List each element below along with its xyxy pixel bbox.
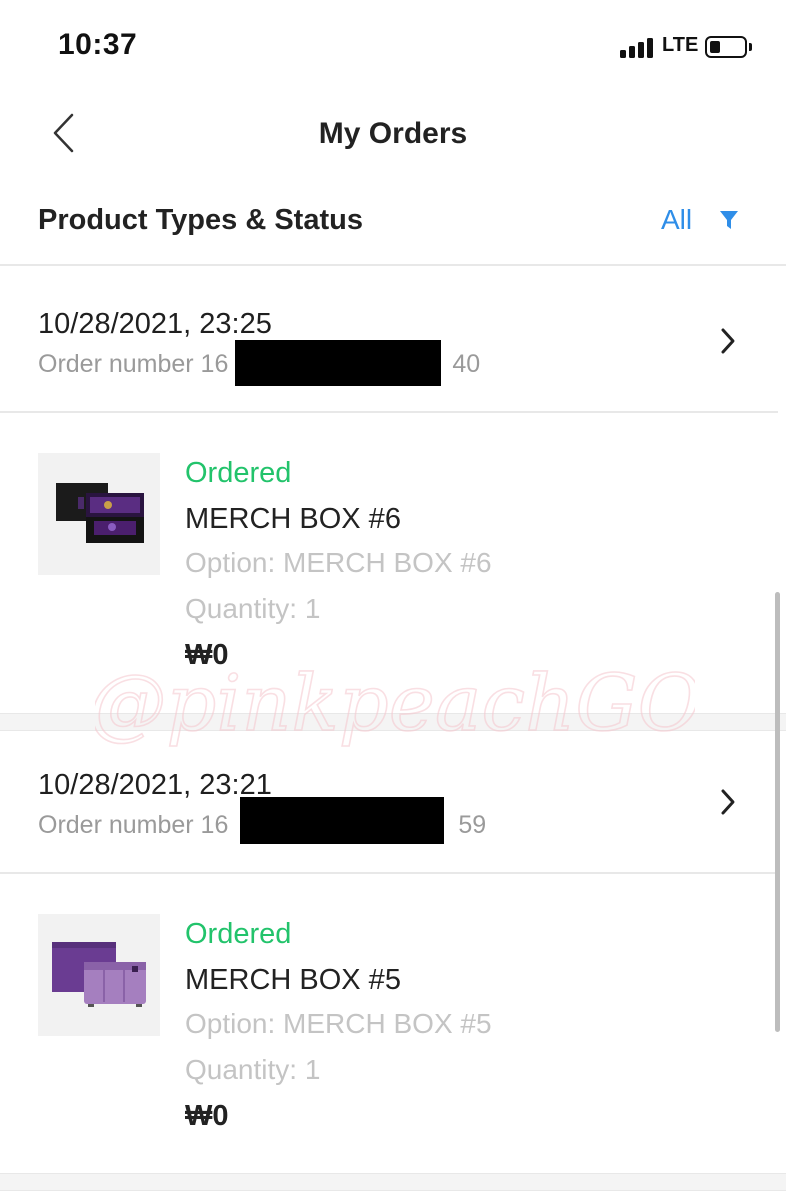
- chevron-right-icon: [721, 328, 735, 354]
- order-number-prefix: Order number 16: [38, 350, 229, 378]
- product-option: Option: MERCH BOX #5: [185, 1008, 492, 1039]
- order-item[interactable]: Ordered MERCH BOX #5 Option: MERCH BOX #…: [0, 876, 778, 1176]
- product-option: Option: MERCH BOX #6: [185, 547, 492, 578]
- order-header[interactable]: 10/28/2021, 23:25 Order number 16 40: [0, 268, 778, 413]
- nav-bar: My Orders: [0, 95, 786, 175]
- product-quantity: Quantity: 1: [185, 1054, 321, 1085]
- status-bar: 10:37 LTE: [0, 0, 786, 95]
- scrollbar[interactable]: [775, 592, 780, 1032]
- product-name: MERCH BOX #6: [185, 503, 401, 535]
- page-title: My Orders: [318, 117, 468, 150]
- product-price: ₩0: [185, 1100, 229, 1132]
- order-number-suffix: 59: [458, 811, 487, 839]
- product-quantity: Quantity: 1: [185, 593, 321, 624]
- product-thumbnail: [38, 453, 160, 575]
- status-time: 10:37: [58, 28, 138, 61]
- redaction-box: [235, 340, 441, 386]
- filter-label: Product Types & Status: [38, 204, 363, 236]
- order-status: Ordered: [185, 457, 292, 489]
- network-type: LTE: [662, 34, 699, 56]
- battery-cap: [749, 43, 752, 51]
- filter-bar: Product Types & Status All: [0, 180, 786, 266]
- order-status: Ordered: [185, 918, 292, 950]
- chevron-right-icon: [721, 789, 735, 815]
- product-thumbnail: [38, 914, 160, 1036]
- section-separator: [0, 1173, 786, 1191]
- order-number-prefix: Order number 16: [38, 811, 229, 839]
- redaction-box: [240, 797, 444, 844]
- product-name: MERCH BOX #5: [185, 964, 401, 996]
- order-date: 10/28/2021, 23:25: [38, 308, 272, 340]
- order-item[interactable]: Ordered MERCH BOX #6 Option: MERCH BOX #…: [0, 415, 778, 715]
- order-date: 10/28/2021, 23:21: [38, 769, 272, 801]
- battery-icon: [705, 36, 747, 58]
- order-number-suffix: 40: [452, 350, 481, 378]
- filter-value-button[interactable]: All: [661, 204, 692, 236]
- filter-icon[interactable]: [719, 209, 739, 231]
- signal-icon: [620, 38, 658, 58]
- product-price: ₩0: [185, 639, 229, 671]
- order-header[interactable]: 10/28/2021, 23:21 Order number 16 59: [0, 729, 778, 874]
